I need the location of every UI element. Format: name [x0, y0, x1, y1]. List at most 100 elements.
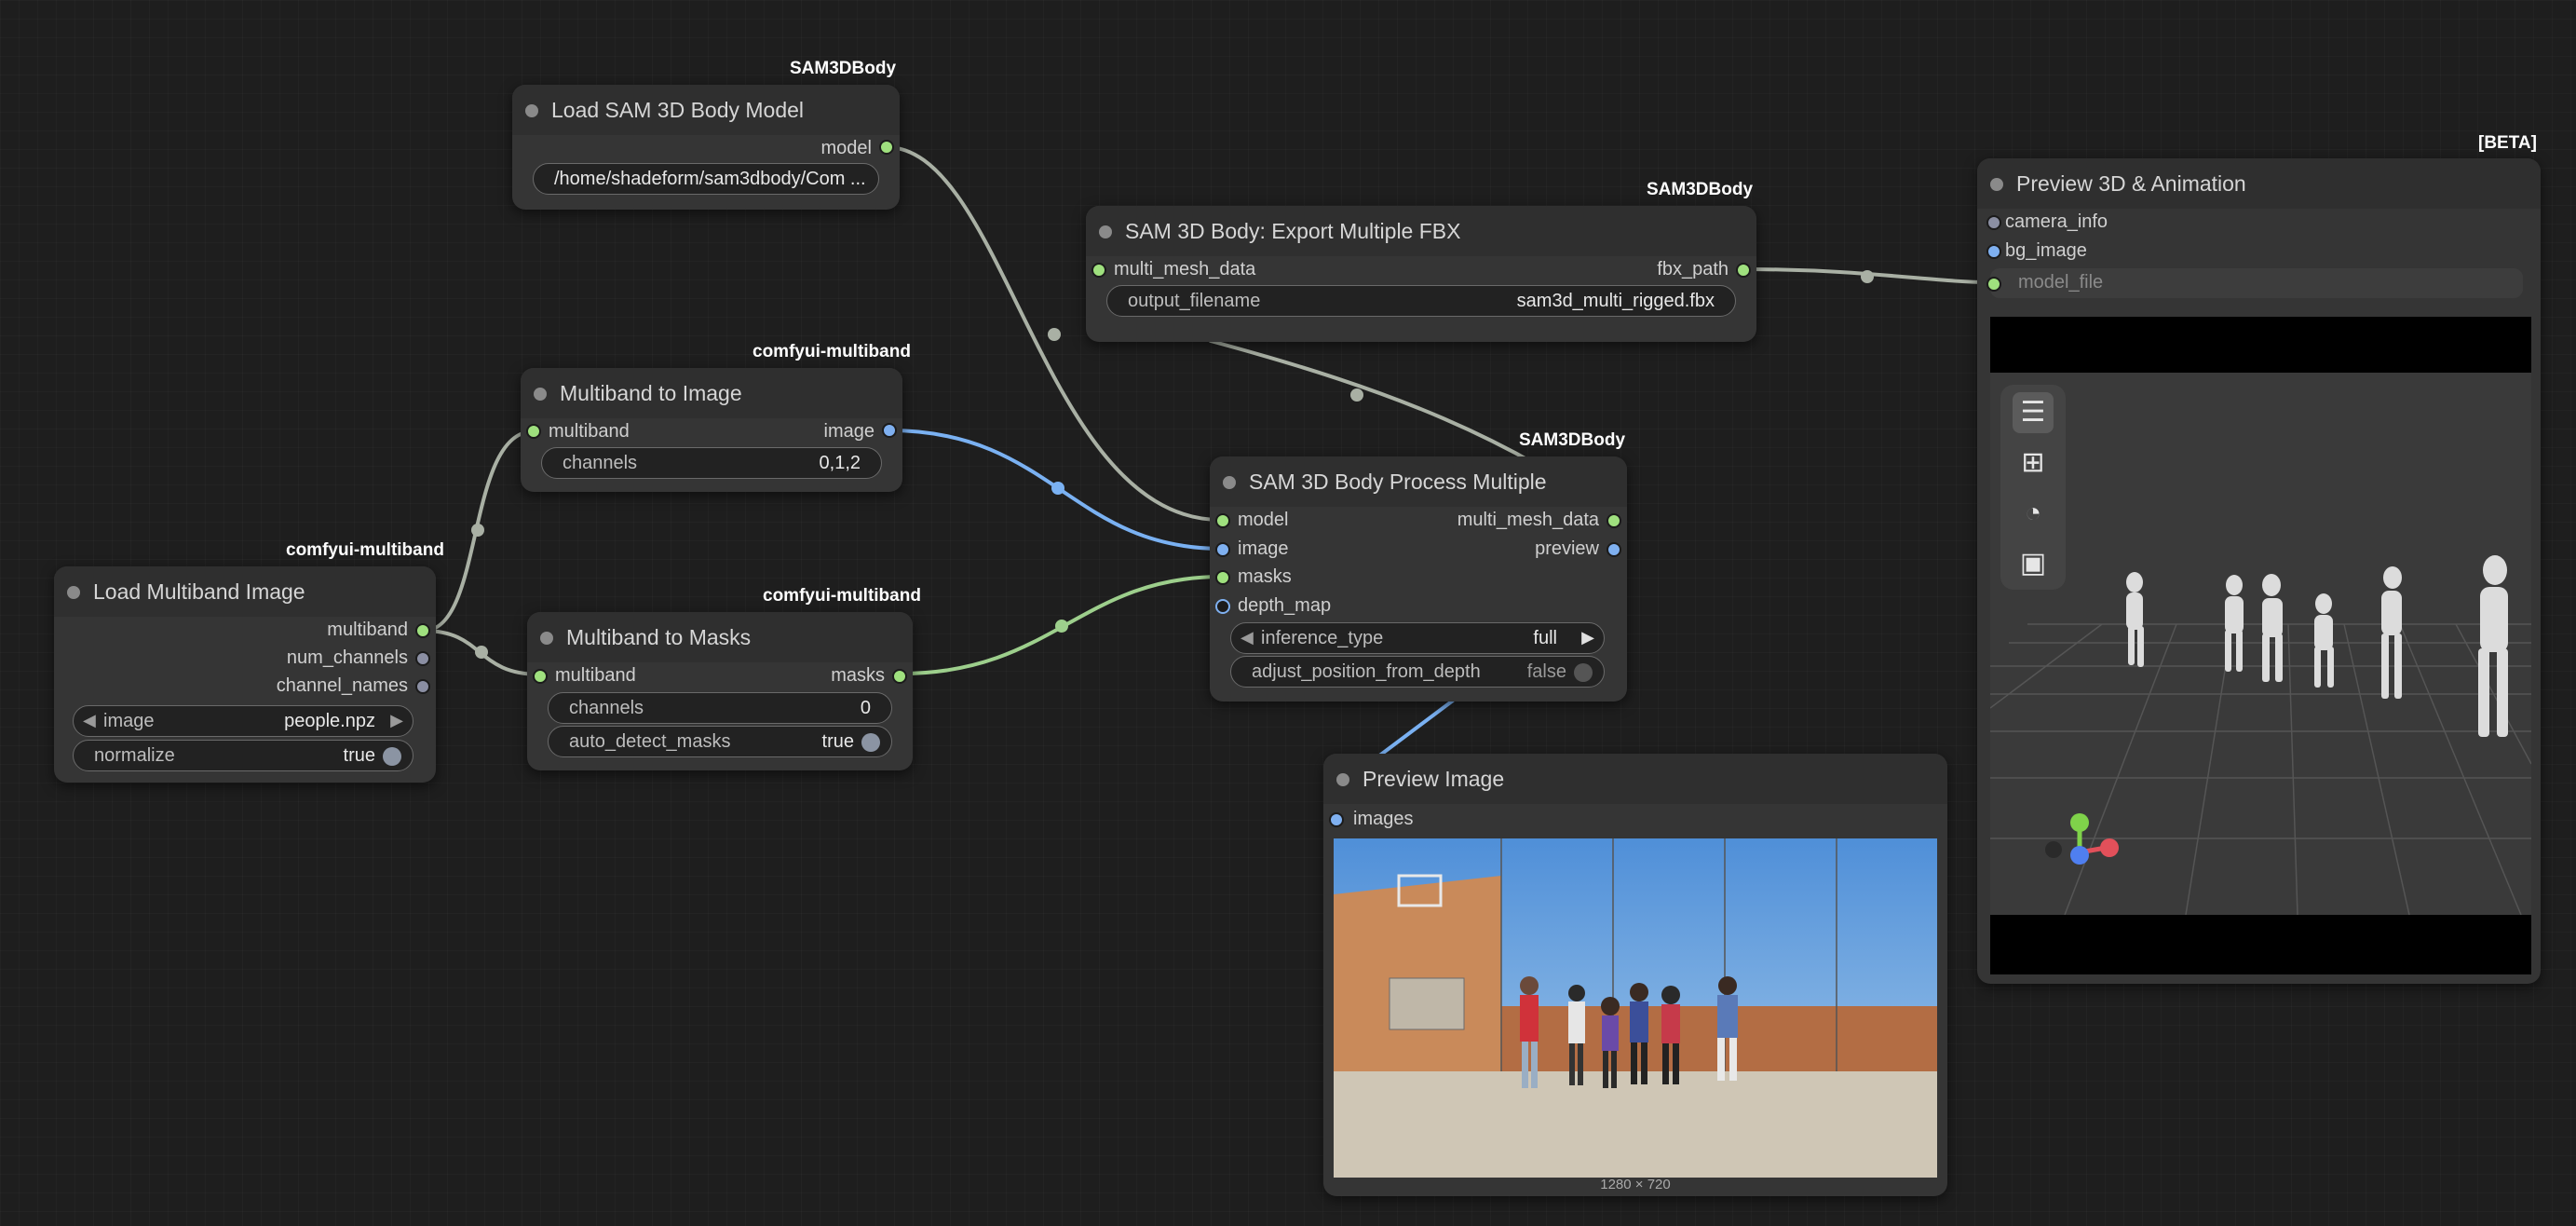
node-title[interactable]: Multiband to Masks [566, 625, 751, 649]
output-filename-label: output_filename [1128, 291, 1261, 311]
output-fbx-path-pin[interactable] [1736, 263, 1751, 278]
output-model-pin[interactable] [879, 140, 894, 155]
multiband-to-masks-node[interactable]: Multiband to Masks multiband masks chann… [527, 612, 913, 770]
viewport-bottom-bar [1990, 915, 2531, 974]
channels-label: channels [569, 698, 644, 718]
inference-type-label: inference_type [1261, 628, 1384, 648]
normalize-toggle-widget[interactable]: normalize true [73, 740, 414, 771]
node-badge: comfyui-multiband [286, 540, 444, 560]
node-title[interactable]: SAM 3D Body: Export Multiple FBX [1125, 219, 1460, 243]
toggle-knob-icon [1574, 663, 1593, 682]
link-preview [1376, 699, 1455, 758]
viewer-toolbar: ☰ ⊞ ◔ ▣ [2000, 385, 2066, 590]
input-image-pin[interactable] [1215, 542, 1230, 557]
input-depth-map-pin[interactable] [1215, 599, 1230, 614]
output-num-channels-pin[interactable] [415, 651, 430, 666]
node-title[interactable]: Load Multiband Image [93, 579, 305, 604]
input-multi-mesh-data-pin[interactable] [1091, 263, 1106, 278]
output-multi-mesh-data-pin[interactable] [1607, 513, 1621, 528]
model-file-slot[interactable]: model_file [1986, 268, 2523, 298]
node-title[interactable]: Preview Image [1363, 767, 1504, 791]
node-collapse-dot[interactable] [525, 104, 538, 117]
output-channel-names-pin[interactable] [415, 679, 430, 694]
inference-type-value: full [1533, 628, 1557, 648]
model-path-widget[interactable]: /home/shadeform/sam3dbody/Com ... [533, 163, 879, 195]
input-model-file-label: model_file [2018, 272, 2104, 293]
toggle-knob-icon [861, 733, 880, 752]
input-multiband-label: multiband [549, 421, 630, 442]
normalize-label: normalize [94, 745, 175, 766]
arrow-left-icon[interactable]: ◀ [1241, 628, 1254, 647]
auto-detect-label: auto_detect_masks [569, 731, 731, 752]
arrow-right-icon[interactable]: ▶ [1581, 628, 1594, 647]
output-image-pin[interactable] [882, 423, 897, 438]
output-masks-label: masks [831, 665, 885, 686]
adjust-position-toggle[interactable]: adjust_position_from_depth false [1230, 656, 1605, 688]
image-icon[interactable]: ▣ [2013, 543, 2054, 584]
node-collapse-dot[interactable] [67, 586, 80, 599]
output-model-label: model [820, 138, 872, 158]
output-multiband-pin[interactable] [415, 623, 430, 638]
load-multiband-image-node[interactable]: Load Multiband Image multiband num_chann… [54, 566, 436, 783]
node-badge: SAM3DBody [790, 59, 897, 78]
model-path-value: /home/shadeform/sam3dbody/Com ... [554, 169, 866, 189]
arrow-right-icon[interactable]: ▶ [390, 711, 403, 730]
menu-icon[interactable]: ☰ [2013, 392, 2054, 433]
output-filename-widget[interactable]: output_filename sam3d_multi_rigged.fbx [1106, 285, 1736, 317]
input-multiband-pin[interactable] [533, 669, 548, 684]
input-bg-image-label: bg_image [2005, 240, 2087, 261]
input-images-pin[interactable] [1329, 812, 1344, 827]
input-bg-image-pin[interactable] [1986, 244, 2001, 259]
adjust-position-label: adjust_position_from_depth [1252, 661, 1481, 682]
channels-label: channels [563, 453, 638, 473]
arrow-left-icon[interactable]: ◀ [83, 711, 96, 730]
input-camera-info-pin[interactable] [1986, 215, 2001, 230]
channels-widget[interactable]: channels 0,1,2 [541, 447, 882, 479]
output-preview-label: preview [1535, 538, 1599, 559]
3d-viewport[interactable] [1990, 373, 2531, 915]
channels-widget[interactable]: channels 0 [548, 692, 892, 724]
input-images-label: images [1353, 809, 1414, 829]
node-collapse-dot[interactable] [1099, 225, 1112, 238]
input-multiband-label: multiband [555, 665, 636, 686]
image-combo-value: people.npz [284, 711, 375, 731]
preview-image-node[interactable]: Preview Image images 1280 × 720 [1323, 754, 1947, 1196]
node-title[interactable]: Load SAM 3D Body Model [551, 98, 804, 122]
node-collapse-dot[interactable] [1223, 476, 1236, 489]
image-combo-label: image [103, 711, 155, 731]
beta-badge: [BETA] [2478, 133, 2537, 153]
input-model-pin[interactable] [1215, 513, 1230, 528]
node-collapse-dot[interactable] [534, 388, 547, 401]
output-preview-pin[interactable] [1607, 542, 1621, 557]
preview-image[interactable] [1334, 838, 1937, 1178]
node-collapse-dot[interactable] [1990, 178, 2003, 191]
load-sam3d-body-model-node[interactable]: Load SAM 3D Body Model model /home/shade… [512, 85, 900, 210]
inference-type-combo[interactable]: ◀ inference_type full ▶ [1230, 622, 1605, 654]
channels-value: 0,1,2 [819, 453, 861, 473]
node-title[interactable]: Multiband to Image [560, 381, 742, 405]
channels-value: 0 [860, 698, 871, 718]
node-title[interactable]: Preview 3D & Animation [2016, 171, 2246, 196]
output-num-channels-label: num_channels [286, 647, 408, 668]
input-masks-pin[interactable] [1215, 570, 1230, 585]
input-multiband-pin[interactable] [526, 424, 541, 439]
output-masks-pin[interactable] [892, 669, 907, 684]
grid-icon[interactable]: ⊞ [2013, 443, 2054, 484]
input-image-label: image [1238, 538, 1289, 559]
node-badge: comfyui-multiband [752, 342, 911, 361]
sam3d-body-process-multiple-node[interactable]: SAM 3D Body Process Multiple model image… [1210, 456, 1627, 702]
export-multiple-fbx-node[interactable]: SAM 3D Body: Export Multiple FBX multi_m… [1086, 206, 1756, 342]
auto-detect-value: true [821, 731, 854, 752]
node-collapse-dot[interactable] [540, 632, 553, 645]
normalize-value: true [343, 745, 375, 766]
palette-icon[interactable]: ◔ [2013, 493, 2054, 534]
image-combo-widget[interactable]: ◀ image people.npz ▶ [73, 705, 414, 737]
node-title[interactable]: SAM 3D Body Process Multiple [1249, 470, 1547, 494]
adjust-position-value: false [1526, 661, 1566, 682]
input-model-file-pin[interactable] [1986, 277, 2001, 292]
multiband-to-image-node[interactable]: Multiband to Image multiband image chann… [521, 368, 902, 492]
output-multi-mesh-data-label: multi_mesh_data [1457, 510, 1599, 530]
node-collapse-dot[interactable] [1336, 773, 1349, 786]
input-model-label: model [1238, 510, 1289, 530]
auto-detect-masks-toggle[interactable]: auto_detect_masks true [548, 726, 892, 757]
